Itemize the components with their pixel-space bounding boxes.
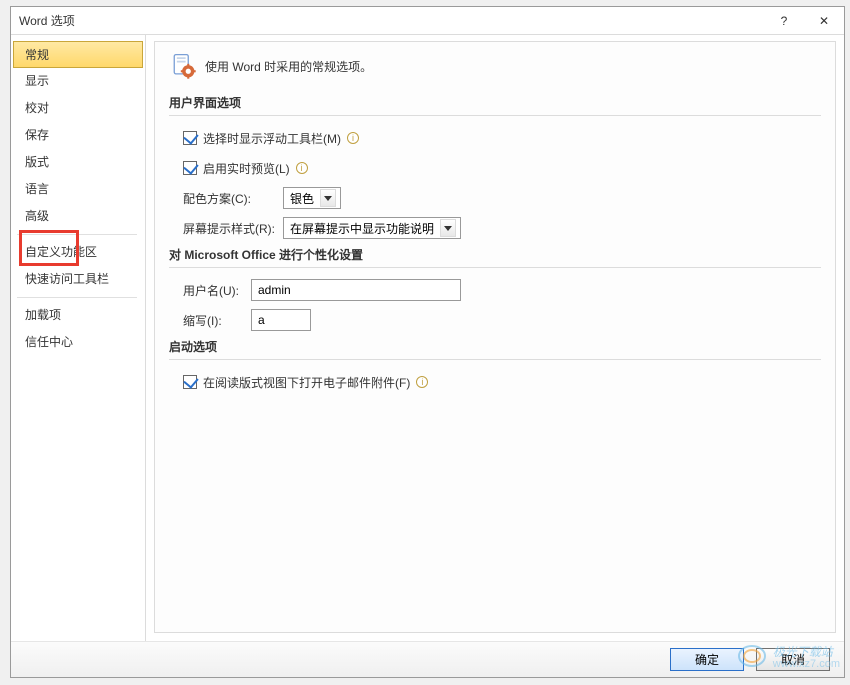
mini-toolbar-label: 选择时显示浮动工具栏(M) [203, 130, 341, 147]
sidebar-item-label: 常规 [25, 48, 49, 62]
section-ui-options: 用户界面选项 [169, 94, 821, 116]
live-preview-row: 启用实时预览(L) i [183, 156, 821, 180]
username-row: 用户名(U): [183, 278, 821, 302]
window-title: Word 选项 [19, 12, 764, 29]
sidebar: 常规 显示 校对 保存 版式 语言 高级 自定义功能区 快速访问工具栏 加载项 … [11, 35, 146, 643]
sidebar-item-quick-access[interactable]: 快速访问工具栏 [13, 266, 143, 293]
annotation-highlight [19, 230, 79, 266]
screentip-label: 屏幕提示样式(R): [183, 220, 277, 237]
sidebar-item-advanced[interactable]: 高级 [13, 203, 143, 230]
reading-view-row: 在阅读版式视图下打开电子邮件附件(F) i [183, 370, 821, 394]
chevron-down-icon [324, 196, 332, 201]
sidebar-item-label: 快速访问工具栏 [25, 272, 109, 286]
dropdown-button[interactable] [440, 219, 456, 237]
content-area: 使用 Word 时采用的常规选项。 用户界面选项 选择时显示浮动工具栏(M) i… [146, 35, 844, 643]
sidebar-item-label: 保存 [25, 128, 49, 142]
info-icon[interactable]: i [296, 162, 308, 174]
live-preview-label: 启用实时预览(L) [203, 160, 290, 177]
sidebar-item-display[interactable]: 显示 [13, 68, 143, 95]
close-icon: ✕ [819, 14, 829, 28]
sidebar-item-label: 校对 [25, 101, 49, 115]
dropdown-button[interactable] [320, 189, 336, 207]
info-icon[interactable]: i [347, 132, 359, 144]
screentip-select[interactable]: 在屏幕提示中显示功能说明 [283, 217, 461, 239]
sidebar-item-label: 显示 [25, 74, 49, 88]
reading-view-label: 在阅读版式视图下打开电子邮件附件(F) [203, 374, 410, 391]
content-panel: 使用 Word 时采用的常规选项。 用户界面选项 选择时显示浮动工具栏(M) i… [154, 41, 836, 633]
section-personalize: 对 Microsoft Office 进行个性化设置 [169, 246, 821, 268]
initials-row: 缩写(I): [183, 308, 821, 332]
sidebar-item-general[interactable]: 常规 [13, 41, 143, 68]
color-scheme-select[interactable]: 银色 [283, 187, 341, 209]
chevron-down-icon [444, 226, 452, 231]
reading-view-checkbox[interactable] [183, 375, 197, 389]
help-button[interactable]: ? [764, 7, 804, 35]
mini-toolbar-row: 选择时显示浮动工具栏(M) i [183, 126, 821, 150]
sidebar-item-addins[interactable]: 加载项 [13, 302, 143, 329]
screentip-row: 屏幕提示样式(R): 在屏幕提示中显示功能说明 [183, 216, 821, 240]
ok-label: 确定 [695, 651, 719, 668]
dialog-footer: 确定 取消 [11, 641, 844, 677]
username-label: 用户名(U): [183, 282, 245, 299]
sidebar-item-label: 信任中心 [25, 335, 73, 349]
dialog-body: 常规 显示 校对 保存 版式 语言 高级 自定义功能区 快速访问工具栏 加载项 … [11, 35, 844, 643]
section-startup: 启动选项 [169, 338, 821, 360]
color-scheme-row: 配色方案(C): 银色 [183, 186, 821, 210]
sidebar-item-label: 版式 [25, 155, 49, 169]
color-scheme-label: 配色方案(C): [183, 190, 277, 207]
cancel-label: 取消 [781, 651, 805, 668]
live-preview-checkbox[interactable] [183, 161, 197, 175]
description-row: 使用 Word 时采用的常规选项。 [169, 52, 821, 80]
sidebar-separator [17, 297, 137, 298]
info-icon[interactable]: i [416, 376, 428, 388]
sidebar-item-label: 加载项 [25, 308, 61, 322]
sidebar-item-label: 高级 [25, 209, 49, 223]
sidebar-item-label: 语言 [25, 182, 49, 196]
help-icon: ? [781, 14, 788, 28]
close-button[interactable]: ✕ [804, 7, 844, 35]
color-scheme-value: 银色 [290, 190, 314, 207]
initials-input[interactable] [251, 309, 311, 331]
mini-toolbar-checkbox[interactable] [183, 131, 197, 145]
sidebar-item-save[interactable]: 保存 [13, 122, 143, 149]
initials-label: 缩写(I): [183, 312, 245, 329]
titlebar: Word 选项 ? ✕ [11, 7, 844, 35]
description-text: 使用 Word 时采用的常规选项。 [205, 58, 372, 75]
ok-button[interactable]: 确定 [670, 648, 744, 671]
word-options-dialog: Word 选项 ? ✕ 常规 显示 校对 保存 版式 语言 高级 自定义功能区 … [10, 6, 845, 678]
sidebar-item-proofing[interactable]: 校对 [13, 95, 143, 122]
sidebar-item-layout[interactable]: 版式 [13, 149, 143, 176]
screentip-value: 在屏幕提示中显示功能说明 [290, 220, 434, 237]
options-icon [169, 52, 197, 80]
username-input[interactable] [251, 279, 461, 301]
sidebar-item-trust-center[interactable]: 信任中心 [13, 329, 143, 356]
sidebar-item-language[interactable]: 语言 [13, 176, 143, 203]
cancel-button[interactable]: 取消 [756, 648, 830, 671]
